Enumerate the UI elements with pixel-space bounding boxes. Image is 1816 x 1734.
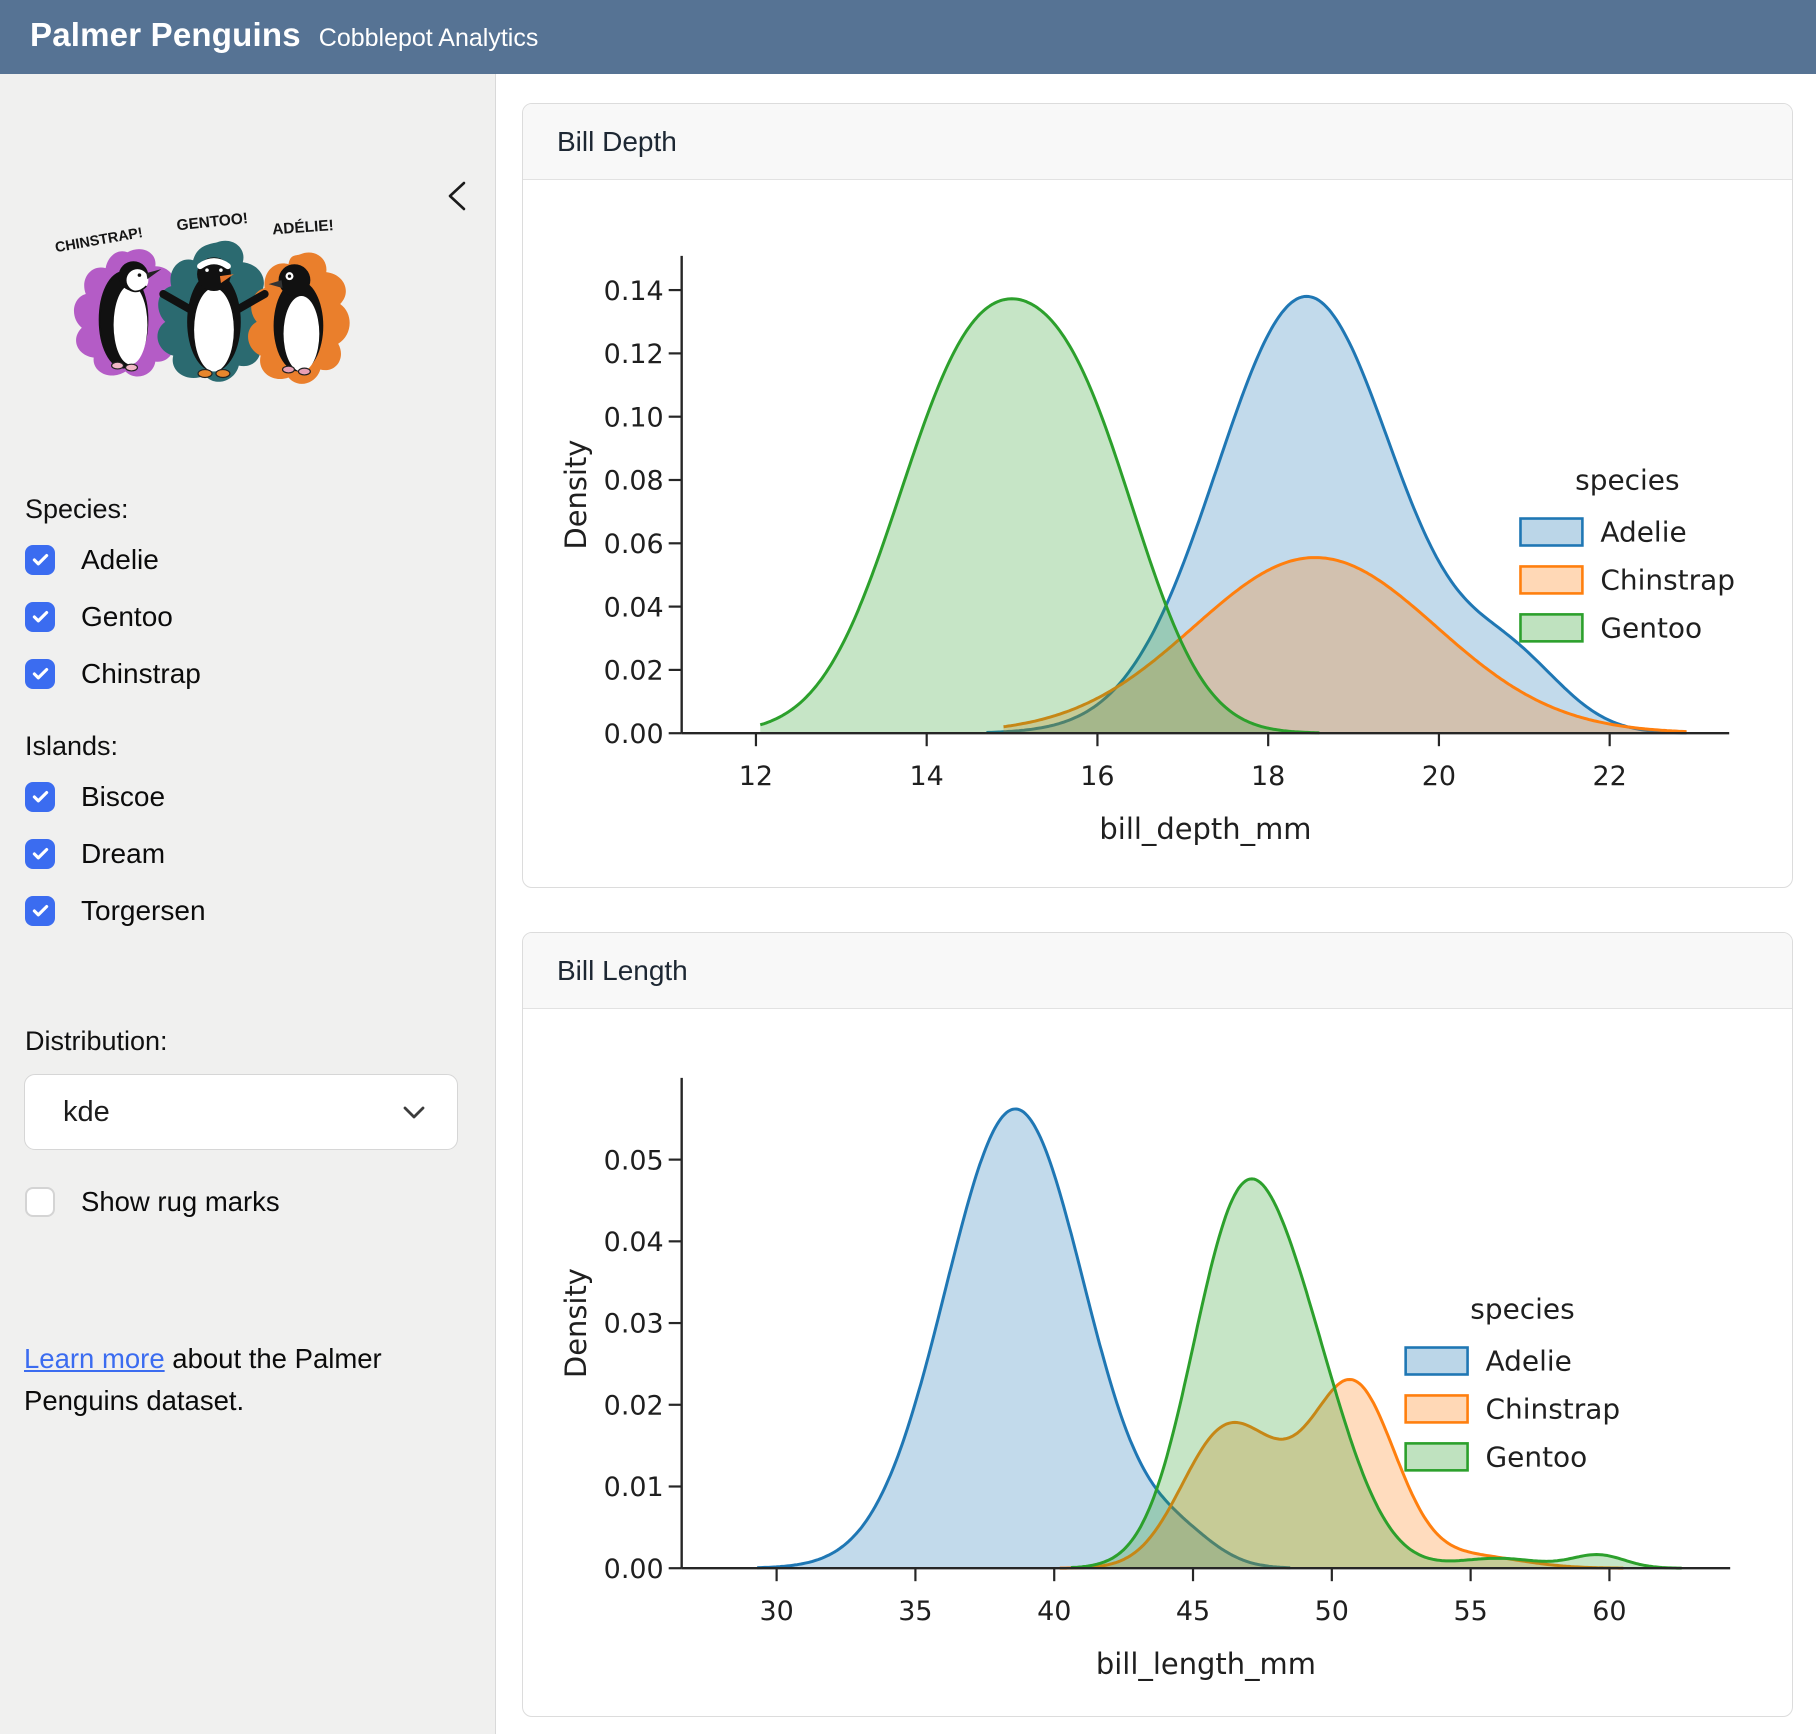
svg-text:Density: Density	[559, 1268, 593, 1378]
islands-checkbox-group: Biscoe Dream Torgersen	[25, 781, 206, 952]
svg-text:0.06: 0.06	[604, 529, 664, 560]
checkbox-box	[25, 782, 55, 812]
svg-text:0.08: 0.08	[604, 466, 664, 497]
checkbox-label: Gentoo	[81, 601, 173, 633]
learn-more-link[interactable]: Learn more	[24, 1343, 165, 1374]
svg-text:Density: Density	[559, 440, 593, 550]
distribution-label: Distribution:	[25, 1026, 168, 1057]
svg-text:60: 60	[1592, 1596, 1626, 1627]
svg-text:Gentoo: Gentoo	[1600, 611, 1702, 644]
distribution-select[interactable]: kde	[24, 1074, 458, 1150]
svg-text:bill_length_mm: bill_length_mm	[1096, 1647, 1316, 1681]
svg-text:0.05: 0.05	[604, 1145, 664, 1176]
svg-text:20: 20	[1422, 761, 1456, 792]
svg-text:55: 55	[1453, 1596, 1487, 1627]
svg-text:species: species	[1575, 464, 1679, 497]
svg-text:18: 18	[1251, 761, 1285, 792]
svg-text:0.03: 0.03	[604, 1309, 664, 1340]
sidebar-checkbox-biscoe[interactable]: Biscoe	[25, 781, 206, 812]
checkbox-box-unchecked	[25, 1187, 55, 1217]
checkbox-box	[25, 896, 55, 926]
app-subtitle: Cobblepot Analytics	[319, 24, 539, 53]
gentoo-splash-label: GENTOO!	[176, 210, 249, 234]
sidebar-checkbox-torgersen[interactable]: Torgersen	[25, 895, 206, 926]
distribution-select-value: kde	[63, 1096, 110, 1129]
sidebar-checkbox-dream[interactable]: Dream	[25, 838, 206, 869]
sidebar-checkbox-gentoo[interactable]: Gentoo	[25, 601, 201, 632]
check-icon	[30, 549, 51, 570]
svg-text:0.00: 0.00	[604, 719, 664, 750]
svg-text:14: 14	[910, 761, 944, 792]
checkbox-box	[25, 545, 55, 575]
rug-checkbox-label: Show rug marks	[81, 1186, 280, 1218]
chevron-down-icon	[401, 1096, 427, 1129]
checkbox-box	[25, 659, 55, 689]
bill-depth-card-title: Bill Depth	[523, 104, 1792, 180]
svg-text:0.14: 0.14	[604, 276, 664, 307]
bill-length-card-title: Bill Length	[523, 933, 1792, 1009]
check-icon	[30, 663, 51, 684]
svg-text:0.04: 0.04	[604, 1227, 664, 1258]
svg-text:40: 40	[1037, 1596, 1071, 1627]
app-title: Palmer Penguins	[30, 16, 301, 54]
islands-group-label: Islands:	[25, 731, 118, 762]
svg-text:12: 12	[739, 761, 773, 792]
sidebar-checkbox-adelie[interactable]: Adelie	[25, 544, 201, 575]
checkbox-label: Dream	[81, 838, 165, 870]
svg-text:Adelie: Adelie	[1486, 1345, 1572, 1378]
checkbox-box	[25, 839, 55, 869]
adelie-splash-label: ADÉLIE!	[272, 217, 335, 238]
svg-text:bill_depth_mm: bill_depth_mm	[1099, 812, 1311, 846]
check-icon	[30, 606, 51, 627]
svg-text:Chinstrap: Chinstrap	[1486, 1393, 1621, 1426]
svg-text:0.00: 0.00	[604, 1554, 664, 1585]
svg-text:Adelie: Adelie	[1600, 516, 1686, 549]
app-root: Palmer Penguins Cobblepot Analytics	[0, 0, 1816, 1734]
bill-length-card: Bill Length 30 35 40 45 50 55 60 0.00 0.01 0.02 0.…	[522, 932, 1793, 1717]
species-checkbox-group: Adelie Gentoo Chinstrap	[25, 544, 201, 715]
checkbox-label: Torgersen	[81, 895, 206, 927]
svg-text:16: 16	[1080, 761, 1114, 792]
svg-text:Gentoo: Gentoo	[1486, 1440, 1588, 1473]
checkbox-label: Biscoe	[81, 781, 165, 813]
svg-text:35: 35	[898, 1596, 932, 1627]
show-rug-marks-checkbox[interactable]: Show rug marks	[25, 1186, 280, 1218]
svg-text:30: 30	[759, 1596, 793, 1627]
svg-text:0.02: 0.02	[604, 1390, 664, 1421]
bill-depth-chart: 12 14 16 18 20 22 0.00 0.02 0.04 0.06 0.08 0.10 0.12…	[523, 180, 1792, 887]
svg-text:0.02: 0.02	[604, 656, 664, 687]
sidebar-collapse-button[interactable]	[436, 172, 480, 222]
svg-text:0.01: 0.01	[604, 1472, 664, 1503]
svg-text:45: 45	[1176, 1596, 1210, 1627]
check-icon	[30, 786, 51, 807]
sidebar-checkbox-chinstrap[interactable]: Chinstrap	[25, 658, 201, 689]
checkbox-label: Adelie	[81, 544, 159, 576]
svg-text:Chinstrap: Chinstrap	[1600, 564, 1735, 597]
penguin-artwork: CHINSTRAP! GENTOO! ADÉLIE!	[50, 202, 368, 392]
app-header: Palmer Penguins Cobblepot Analytics	[0, 0, 1816, 74]
svg-text:0.10: 0.10	[604, 402, 664, 433]
check-icon	[30, 900, 51, 921]
checkbox-label: Chinstrap	[81, 658, 201, 690]
svg-text:species: species	[1470, 1293, 1574, 1326]
svg-text:0.12: 0.12	[604, 339, 664, 370]
svg-text:50: 50	[1315, 1596, 1349, 1627]
species-group-label: Species:	[25, 494, 129, 525]
learn-more-text: Learn more about the Palmer Penguins dat…	[24, 1338, 482, 1422]
bill-length-chart: 30 35 40 45 50 55 60 0.00 0.01 0.02 0.03 0.04 0.05 bi…	[523, 1009, 1792, 1716]
chevron-left-icon	[441, 206, 475, 221]
bill-depth-card: Bill Depth 12 14 16 18 20 22 0.00 0.02 0.04 0.06 0…	[522, 103, 1793, 888]
svg-text:22: 22	[1593, 761, 1627, 792]
check-icon	[30, 843, 51, 864]
sidebar: CHINSTRAP! GENTOO! ADÉLIE! Species: Adel…	[0, 74, 496, 1734]
checkbox-box	[25, 602, 55, 632]
svg-text:0.04: 0.04	[604, 592, 664, 623]
